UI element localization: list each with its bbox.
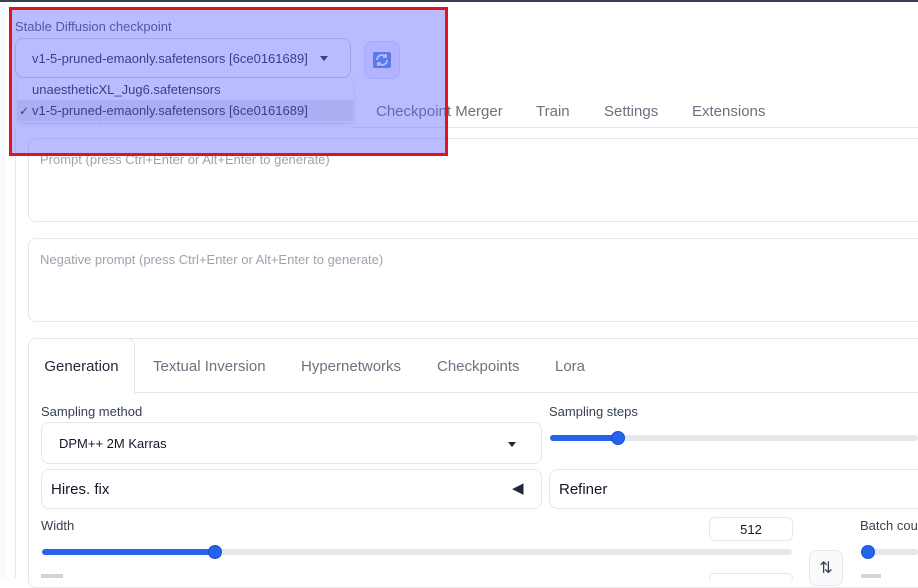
checkpoint-selected-value: v1-5-pruned-emaonly.safetensors [6ce0161… (32, 50, 308, 66)
tab-extensions[interactable]: Extensions (692, 103, 765, 123)
negative-prompt-textarea[interactable]: Negative prompt (press Ctrl+Enter or Alt… (28, 238, 918, 322)
collapse-arrow-icon: ◀ (512, 480, 524, 497)
tab-checkpoints[interactable]: Checkpoints (437, 358, 520, 375)
prompt-placeholder: Prompt (press Ctrl+Enter or Alt+Enter to… (40, 152, 330, 167)
batch-count-label: Batch cou (860, 518, 918, 533)
hires-fix-accordion[interactable]: Hires. fix ◀ (41, 469, 542, 509)
width-number-input[interactable]: 512 (709, 517, 793, 541)
tab-divider (100, 118, 101, 128)
width-fill (42, 549, 215, 555)
left-gutter (0, 2, 6, 578)
refiner-accordion[interactable]: Refiner (549, 469, 918, 509)
checkpoint-option-label: unaestheticXL_Jug6.safetensors (32, 82, 221, 97)
width-slider[interactable] (42, 549, 792, 555)
prompt-textarea[interactable]: Prompt (press Ctrl+Enter or Alt+Enter to… (28, 138, 918, 222)
width-handle[interactable] (208, 545, 222, 559)
width-label: Width (41, 518, 75, 533)
tab-generation[interactable]: Generation (28, 338, 135, 394)
chevron-down-icon (508, 442, 516, 447)
tab-hypernetworks[interactable]: Hypernetworks (301, 358, 401, 375)
check-icon: ✓ (18, 103, 30, 118)
swap-dimensions-button[interactable]: ⇅ (809, 550, 843, 586)
tab-train[interactable]: Train (536, 103, 570, 123)
tab-settings[interactable]: Settings (604, 103, 658, 123)
checkpoint-option[interactable]: unaestheticXL_Jug6.safetensors (17, 79, 353, 100)
batch-count-handle[interactable] (861, 545, 875, 559)
checkpoint-option-selected[interactable]: ✓ v1-5-pruned-emaonly.safetensors [6ce01… (17, 100, 353, 121)
sampling-steps-slider[interactable] (550, 435, 918, 441)
negative-prompt-placeholder: Negative prompt (press Ctrl+Enter or Alt… (40, 252, 384, 267)
sampling-method-label: Sampling method (41, 404, 143, 419)
batch-size-label-fragment (861, 574, 881, 578)
tab-lora[interactable]: Lora (555, 358, 585, 375)
checkpoint-option-label: v1-5-pruned-emaonly.safetensors [6ce0161… (32, 103, 308, 118)
sampling-steps-label: Sampling steps (549, 404, 638, 419)
height-number-input[interactable] (709, 573, 793, 583)
gen-tabs-divider (134, 392, 918, 393)
checkpoint-dropdown-list: unaestheticXL_Jug6.safetensors ✓ v1-5-pr… (17, 78, 353, 122)
tab-textual-inversion[interactable]: Textual Inversion (153, 358, 266, 375)
height-label-fragment (41, 574, 63, 578)
refresh-checkpoint-button[interactable] (364, 41, 400, 79)
chevron-down-icon (320, 56, 328, 61)
sampling-steps-fill (550, 435, 618, 441)
sampling-method-select[interactable]: DPM++ 2M Karras (41, 422, 542, 464)
checkpoint-label: Stable Diffusion checkpoint (15, 19, 172, 34)
top-border (0, 0, 918, 2)
width-value: 512 (740, 521, 762, 537)
sampling-method-value: DPM++ 2M Karras (59, 435, 167, 451)
tab-checkpoint-merger[interactable]: Checkpoint Merger (376, 103, 503, 123)
swap-icon: ⇅ (819, 560, 833, 577)
checkpoint-select[interactable]: v1-5-pruned-emaonly.safetensors [6ce0161… (15, 38, 351, 78)
refiner-label: Refiner (559, 480, 608, 498)
refresh-icon (373, 52, 391, 68)
sampling-steps-handle[interactable] (611, 431, 625, 445)
hires-fix-label: Hires. fix (51, 480, 110, 498)
